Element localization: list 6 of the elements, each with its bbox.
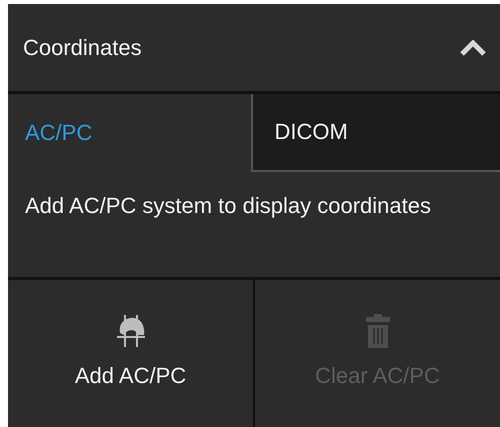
chevron-up-icon[interactable] — [460, 40, 486, 56]
trash-icon — [364, 312, 390, 348]
tab[interactable]: DICOM — [250, 94, 500, 172]
panel-title: Coordinates — [23, 34, 142, 60]
add-button[interactable]: Add AC/PC — [8, 280, 253, 427]
brain-crosshair-icon — [116, 312, 146, 348]
